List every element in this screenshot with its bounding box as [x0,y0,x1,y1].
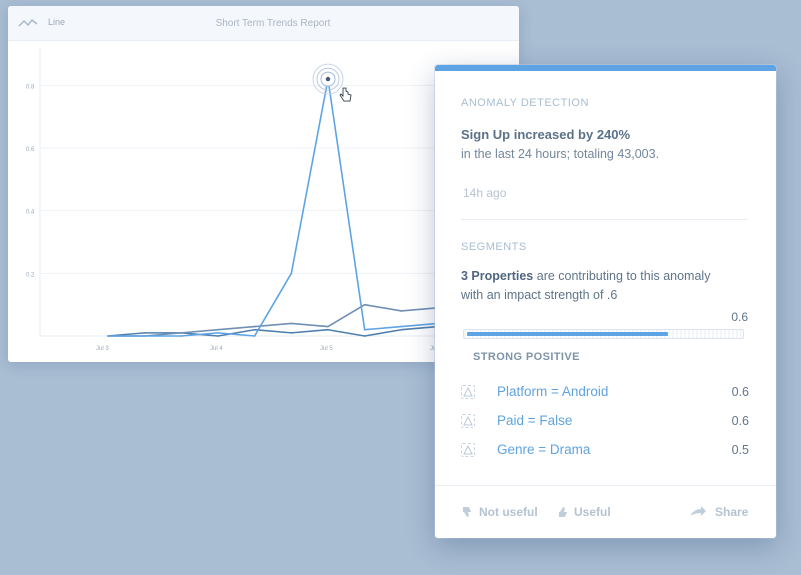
y-tick-label: 0.4 [26,210,35,216]
impact-strength-fill [467,332,668,336]
hand-cursor-icon [339,87,352,102]
data-point [253,328,256,331]
segment-property-value: 0.6 [731,414,749,428]
data-point [363,328,366,331]
segment-property-value: 0.5 [731,443,749,457]
x-tick-label: Jul 5 [320,346,333,352]
data-point [253,335,256,337]
divider [461,219,748,220]
segment-property-row[interactable]: Platform = Android 0.6 [461,383,751,403]
anomaly-subline: in the last 24 hours; totaling 43,003. [461,147,660,161]
impact-strength-bar [463,329,744,339]
share-label: Share [715,505,749,519]
data-point [327,325,329,328]
segments-count: 3 Properties [461,269,534,283]
data-point [327,328,329,331]
y-tick-label: 0.2 [26,272,35,278]
thumbs-down-icon [463,507,471,517]
line-chart-icon [18,18,38,27]
segment-property-label[interactable]: Paid = False [497,413,572,428]
anomaly-point [325,76,331,82]
segments-description-line1: are contributing to this anomaly [533,269,711,283]
x-tick-label: Jul 3 [96,346,109,352]
data-point [143,332,146,334]
not-useful-label: Not useful [479,505,538,519]
chart-header: Line Short Term Trends Report [8,6,519,41]
segment-property-icon [461,443,475,457]
segment-property-icon [461,385,475,399]
series-line [108,78,439,337]
data-point [400,325,403,328]
card-footer: Not useful Useful Share [435,495,776,525]
segment-property-icon [461,414,475,428]
data-point [217,332,219,334]
y-tick-label: 0.6 [26,147,35,153]
anomaly-headline: Sign Up increased by 240% [461,127,631,142]
hand-cursor-shape [339,87,352,102]
data-point [290,322,293,325]
chart-type-label[interactable]: Line [48,17,65,27]
segments-description-line2: with an impact strength of .6 [461,288,618,302]
segment-property-value: 0.6 [731,385,749,399]
data-point [400,328,403,331]
data-point [253,325,256,328]
useful-label: Useful [574,505,611,519]
segments-description: 3 Properties are contributing to this an… [461,267,761,305]
impact-label: STRONG POSITIVE [473,351,580,363]
not-useful-button[interactable]: Not useful [461,505,571,521]
anomaly-detection-heading: ANOMALY DETECTION [461,97,589,109]
useful-button[interactable]: Useful [557,505,637,521]
data-point [217,335,219,337]
chart-series [107,78,439,337]
data-point [143,335,146,337]
y-axis: 0.2 0.4 0.6 0.8 [26,84,35,278]
x-axis: Jul 3Jul 4Jul 5Jul 6 [96,346,443,352]
data-point [290,272,293,275]
data-point [363,335,366,337]
card-accent-bar [435,65,776,71]
data-point [400,310,403,312]
impact-value: 0.6 [731,310,748,324]
segments-heading: SEGMENTS [461,241,527,253]
footer-divider [435,485,776,486]
data-point [180,332,183,334]
segment-property-row[interactable]: Paid = False 0.6 [461,412,751,432]
data-point [217,328,219,331]
data-point [107,335,109,337]
x-tick-label: Jul 4 [210,346,223,352]
y-tick-label: 0.8 [26,84,35,90]
chart-title: Short Term Trends Report [215,18,331,29]
segment-property-row[interactable]: Genre = Drama 0.5 [461,441,751,461]
anomaly-timestamp: 14h ago [463,186,507,200]
anomaly-marker [312,63,352,102]
data-point [363,303,366,306]
share-button[interactable]: Share [689,505,759,521]
segment-property-label[interactable]: Genre = Drama [497,442,590,457]
share-icon [690,506,706,516]
data-point [290,332,293,334]
anomaly-card: ANOMALY DETECTION Sign Up increased by 2… [435,65,776,538]
data-point [180,335,183,337]
thumbs-up-icon [559,507,567,517]
segment-property-label[interactable]: Platform = Android [497,384,608,399]
